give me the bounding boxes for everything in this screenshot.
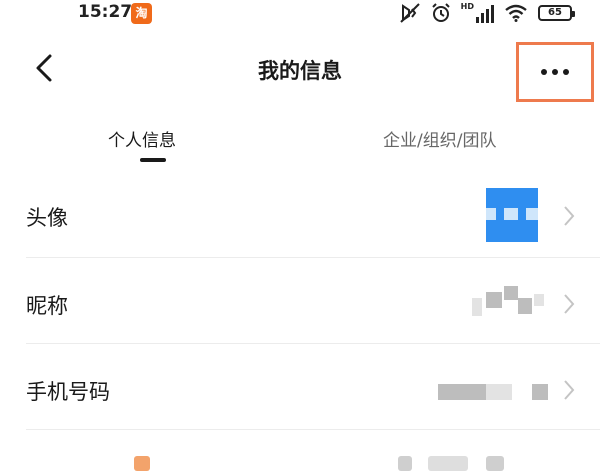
blur-block bbox=[518, 298, 532, 314]
more-dot bbox=[563, 69, 569, 75]
wifi-icon bbox=[505, 4, 527, 22]
tab-bar: 个人信息 企业/组织/团队 bbox=[0, 120, 600, 165]
avatar[interactable] bbox=[486, 188, 538, 242]
chevron-right-icon bbox=[564, 380, 575, 400]
page-title: 我的信息 bbox=[258, 59, 342, 83]
avatar-pixel bbox=[504, 208, 518, 220]
blur-block bbox=[504, 286, 518, 300]
avatar-pixel bbox=[526, 208, 538, 220]
mute-vibrate-icon bbox=[399, 3, 420, 23]
next-row-blur bbox=[486, 456, 504, 471]
more-dot bbox=[552, 69, 558, 75]
next-row-icon bbox=[134, 456, 150, 471]
network-type-label: HD bbox=[460, 2, 474, 11]
row-phone-number[interactable]: 手机号码 bbox=[0, 344, 600, 430]
taobao-notification-icon: 淘 bbox=[131, 3, 152, 24]
next-row-blur bbox=[428, 456, 468, 471]
next-row-blur bbox=[398, 456, 412, 471]
blur-block bbox=[472, 298, 482, 316]
row-label-nickname: 昵称 bbox=[26, 294, 68, 318]
battery-icon: 65 bbox=[538, 5, 575, 21]
row-divider bbox=[26, 429, 600, 430]
tab-organization[interactable]: 企业/组织/团队 bbox=[383, 126, 496, 151]
tab-personal-info[interactable]: 个人信息 bbox=[108, 126, 176, 151]
blur-block bbox=[534, 294, 544, 306]
alarm-clock-icon bbox=[431, 3, 450, 22]
row-label-phone-number: 手机号码 bbox=[26, 380, 110, 404]
row-label-avatar: 头像 bbox=[26, 206, 68, 230]
blur-block bbox=[486, 292, 502, 308]
status-time: 15:27 bbox=[78, 2, 133, 22]
status-icons: HD 65 bbox=[399, 2, 575, 24]
status-bar: 15:27 淘 HD 65 bbox=[0, 0, 600, 28]
blur-block bbox=[486, 384, 512, 400]
nav-bar: 我的信息 bbox=[0, 28, 600, 110]
blur-block bbox=[532, 384, 548, 400]
more-dots-icon bbox=[541, 69, 547, 75]
row-avatar[interactable]: 头像 bbox=[0, 172, 600, 258]
chevron-right-icon bbox=[564, 206, 575, 226]
more-options-button[interactable] bbox=[516, 42, 594, 102]
blur-block bbox=[438, 384, 486, 400]
avatar-pixel bbox=[486, 208, 496, 220]
row-nickname[interactable]: 昵称 bbox=[0, 258, 600, 344]
active-tab-indicator bbox=[140, 158, 166, 162]
chevron-right-icon bbox=[564, 294, 575, 314]
cellular-signal-icon: HD bbox=[461, 3, 494, 23]
